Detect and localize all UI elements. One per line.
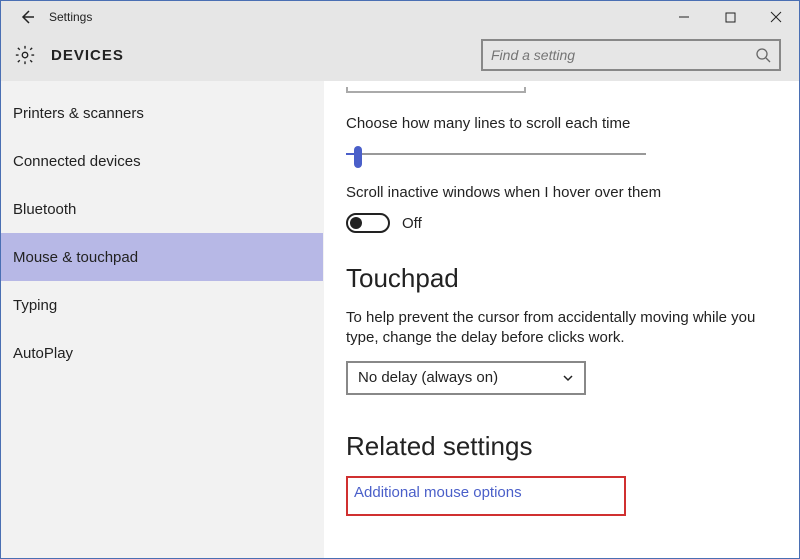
highlight-box: Additional mouse options	[346, 476, 626, 516]
touchpad-desc: To help prevent the cursor from accident…	[346, 308, 769, 349]
settings-window: Settings DEVICES Print	[0, 0, 800, 559]
gear-icon	[13, 43, 37, 67]
sidebar-item-typing[interactable]: Typing	[1, 281, 323, 329]
touchpad-heading: Touchpad	[346, 263, 769, 294]
cutoff-control	[346, 87, 526, 93]
header: DEVICES	[1, 33, 799, 81]
close-button[interactable]	[753, 1, 799, 33]
delay-dropdown-value: No delay (always on)	[358, 369, 498, 386]
search-box[interactable]	[481, 39, 781, 71]
sidebar-item-autoplay[interactable]: AutoPlay	[1, 329, 323, 377]
search-input[interactable]	[491, 47, 755, 63]
sidebar-item-printers-scanners[interactable]: Printers & scanners	[1, 89, 323, 137]
sidebar-item-label: Typing	[13, 297, 57, 314]
scroll-lines-slider[interactable]	[346, 144, 646, 164]
maximize-button[interactable]	[707, 1, 753, 33]
minimize-button[interactable]	[661, 1, 707, 33]
back-button[interactable]	[9, 1, 45, 33]
sidebar-item-bluetooth[interactable]: Bluetooth	[1, 185, 323, 233]
sidebar-item-mouse-touchpad[interactable]: Mouse & touchpad	[1, 233, 323, 281]
slider-track	[346, 153, 646, 155]
content: Choose how many lines to scroll each tim…	[324, 81, 799, 558]
chevron-down-icon	[562, 372, 574, 384]
additional-mouse-options-link[interactable]: Additional mouse options	[354, 484, 522, 501]
related-heading: Related settings	[346, 431, 769, 462]
sidebar-item-label: Connected devices	[13, 153, 141, 170]
sidebar: Printers & scanners Connected devices Bl…	[1, 81, 324, 558]
inactive-hover-toggle-row: Off	[346, 213, 769, 233]
sidebar-item-label: Bluetooth	[13, 201, 76, 218]
sidebar-item-label: Printers & scanners	[13, 105, 144, 122]
header-title: DEVICES	[51, 47, 124, 64]
delay-dropdown[interactable]: No delay (always on)	[346, 361, 586, 395]
search-icon	[755, 47, 771, 63]
body: Printers & scanners Connected devices Bl…	[1, 81, 799, 558]
scroll-lines-label: Choose how many lines to scroll each tim…	[346, 115, 769, 132]
sidebar-item-label: Mouse & touchpad	[13, 249, 138, 266]
toggle-knob	[350, 217, 362, 229]
sidebar-item-label: AutoPlay	[13, 345, 73, 362]
sidebar-item-connected-devices[interactable]: Connected devices	[1, 137, 323, 185]
inactive-hover-toggle[interactable]	[346, 213, 390, 233]
window-title: Settings	[45, 10, 92, 24]
slider-thumb[interactable]	[354, 146, 362, 168]
titlebar: Settings	[1, 1, 799, 33]
inactive-hover-state: Off	[402, 215, 422, 232]
inactive-hover-label: Scroll inactive windows when I hover ove…	[346, 184, 769, 201]
